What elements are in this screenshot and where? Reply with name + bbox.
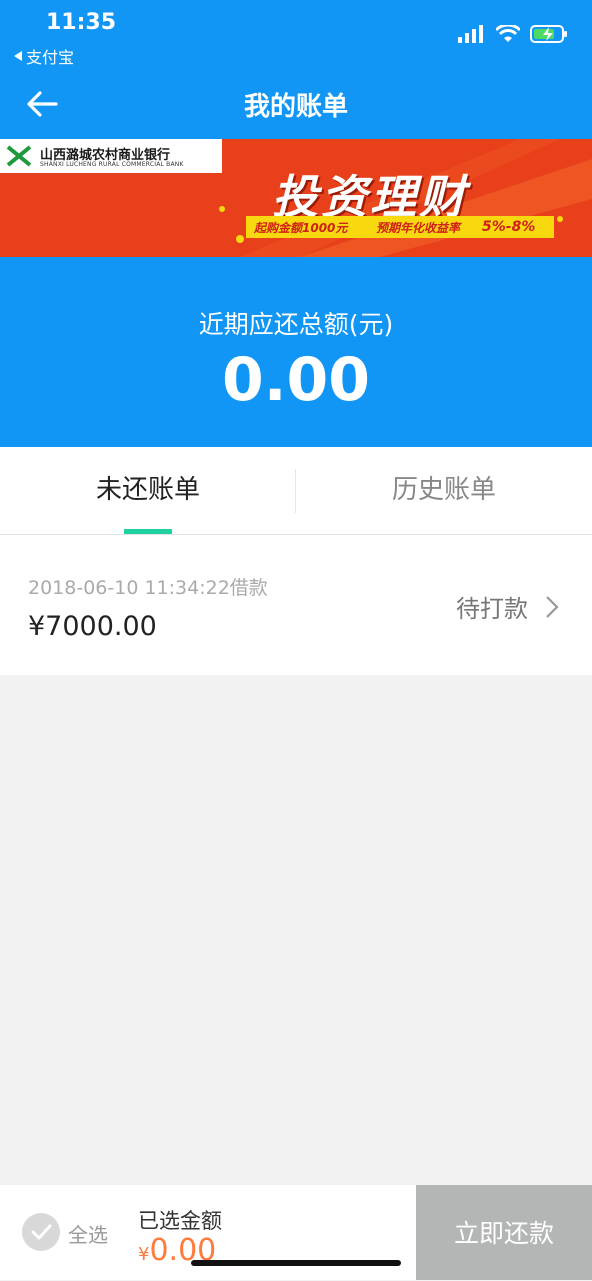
signal-icon	[458, 25, 483, 43]
home-indicator[interactable]	[191, 1260, 401, 1266]
status-icons	[458, 24, 568, 44]
banner-yield-strip: 起购金额1000元 预期年化收益率 5%-8%	[246, 216, 554, 238]
check-icon	[31, 1224, 52, 1240]
list-item[interactable]: 2018-06-10 11:34:22借款 ¥7000.00 待打款	[0, 535, 592, 675]
active-tab-indicator	[124, 529, 172, 534]
bill-amount: ¥7000.00	[28, 611, 157, 642]
header: 11:35 支付宝 我的账单	[0, 0, 592, 139]
wifi-icon	[496, 25, 520, 42]
summary-label: 近期应还总额(元)	[198, 310, 394, 339]
tab-unpaid-bills[interactable]: 未还账单	[0, 447, 296, 535]
bill-tabs: 未还账单 历史账单	[0, 447, 592, 535]
chevron-right-icon	[546, 596, 559, 618]
repay-now-button[interactable]: 立即还款	[416, 1185, 592, 1280]
summary-amount: 0.00	[221, 345, 371, 415]
back-to-app-link[interactable]: 支付宝	[14, 44, 74, 68]
page-title: 我的账单	[243, 92, 348, 122]
promo-banner[interactable]: 山西潞城农村商业银行 SHANXI LUCHENG RURAL COMMERCI…	[0, 139, 592, 257]
banner-min-purchase: 起购金额1000元	[254, 221, 348, 235]
bill-status: 待打款	[456, 595, 528, 623]
banner-yield-label: 预期年化收益率	[376, 221, 461, 235]
selected-amount-label: 已选金额	[138, 1209, 222, 1233]
select-all-checkbox[interactable]	[22, 1213, 60, 1251]
select-all-label[interactable]: 全选	[68, 1219, 108, 1248]
battery-charging-icon	[530, 25, 567, 43]
bill-datetime: 2018-06-10 11:34:22借款	[28, 577, 268, 599]
tab-history-bills[interactable]: 历史账单	[296, 447, 592, 535]
repayment-summary: 近期应还总额(元) 0.00	[0, 257, 592, 447]
back-app-label: 支付宝	[26, 48, 75, 67]
back-triangle-icon	[14, 51, 22, 61]
status-time: 11:35	[46, 10, 117, 35]
banner-yield-range: 5%-8%	[482, 219, 536, 235]
currency-symbol: ¥	[138, 1244, 150, 1265]
